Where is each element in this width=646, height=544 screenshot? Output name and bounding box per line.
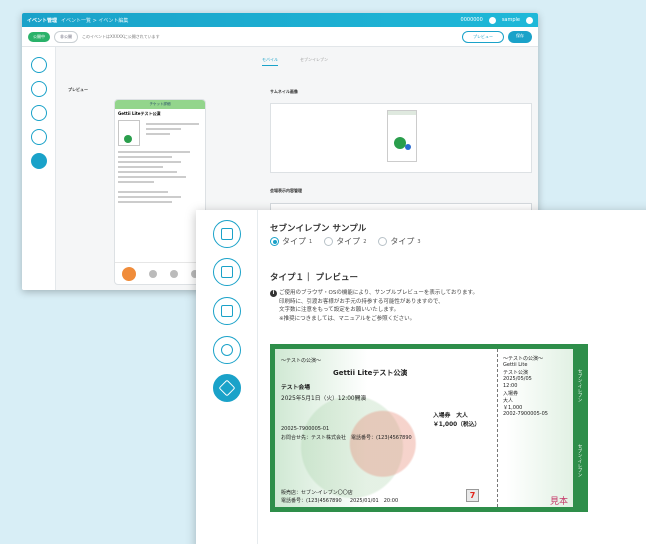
stub-line: 入場券 — [503, 391, 519, 397]
phone-shop-icon[interactable] — [169, 269, 178, 278]
radio-indicator[interactable] — [378, 237, 388, 246]
rail-price-icon[interactable] — [213, 297, 241, 325]
notice-text: i ご使用のブラウザ・OSの機能により、サンプルプレビューを表示しております。 印… — [270, 289, 630, 323]
ticket-top-label: 〜テストの公演〜 — [281, 358, 322, 364]
ticket-perforation — [497, 349, 498, 507]
breadcrumb[interactable]: イベント一覧 > イベント編集 — [61, 17, 128, 24]
radio-indicator[interactable] — [324, 237, 334, 246]
user-name[interactable]: sample — [502, 17, 520, 23]
rail-seat-icon[interactable] — [213, 336, 241, 364]
rail-design-icon[interactable] — [213, 374, 241, 402]
user-avatar-icon[interactable] — [526, 16, 533, 24]
preview-button[interactable]: プレビュー — [462, 30, 504, 43]
radio-type-2[interactable]: タイプ 2 — [324, 236, 366, 247]
save-button[interactable]: 保存 — [508, 30, 532, 43]
stub-line: テスト公演 — [503, 370, 529, 376]
sample-heading: セブンイレブン サンプル — [270, 224, 367, 234]
phone-ticket-card — [118, 120, 202, 148]
back-side-rail — [22, 47, 56, 290]
ticket-event-title: Gettii Liteテスト公演 — [333, 369, 408, 377]
rail-design-icon[interactable] — [31, 153, 47, 169]
rail-ticket-icon[interactable] — [213, 220, 241, 248]
front-window: セブンイレブン サンプル タイプ 1 タイプ 2 タイプ 3 タイプ１｜ プレビュー … — [196, 210, 646, 544]
stub-line: Gettii Lite — [503, 362, 528, 368]
radio-type-1[interactable]: タイプ 1 — [270, 236, 312, 247]
radio-label: タイプ — [336, 237, 361, 246]
tab-mobile[interactable]: モバイル — [262, 57, 278, 66]
ticket-price-label: 入場券 大人 — [433, 413, 468, 419]
side-band-text: セブン-イレブン — [577, 369, 582, 403]
rail-calendar-icon[interactable] — [213, 258, 241, 286]
tab-seven-eleven[interactable]: セブンイレブン — [300, 57, 328, 66]
rail-price-icon[interactable] — [31, 105, 47, 121]
stub-line: 12:00 — [503, 383, 518, 389]
user-count: 0000000 — [460, 17, 483, 23]
stub-line: 〜テストの公演〜 — [503, 356, 544, 362]
status-public-pill[interactable]: 公開中 — [28, 31, 50, 42]
thumbnail-box[interactable] — [270, 103, 532, 173]
app-title: イベント管理 — [27, 17, 58, 24]
rail-seat-icon[interactable] — [31, 129, 47, 145]
front-side-rail — [196, 210, 258, 544]
ticket-store-info: 電話番号：(123)4567890 2025/01/01 20:00 — [281, 498, 399, 504]
info-icon: i — [270, 290, 277, 297]
radio-label: タイプ — [282, 237, 306, 246]
preview-label: プレビュー — [68, 87, 88, 92]
thumbnail-label: サムネイル画像 — [270, 89, 298, 94]
phone-preview: チケット詳細 Gettii Liteテスト公演 — [114, 99, 206, 285]
stub-line: 大人 — [503, 398, 514, 404]
ticket-code: 20025-7900005-01 — [281, 426, 330, 432]
thumbnail-image — [387, 110, 417, 162]
side-band-text: セブン-イレブン — [577, 444, 582, 478]
phone-nav — [115, 262, 205, 284]
back-toolbar: 公開中 非公開 このイベントはXXXXXに公開されています プレビュー 保存 — [22, 27, 538, 47]
stub-line: 2025/05/05 — [503, 376, 532, 382]
phone-home-icon[interactable] — [121, 266, 136, 281]
type-radio-group: タイプ 1 タイプ 2 タイプ 3 — [270, 236, 421, 247]
stub-line: 2002-7900005-05 — [503, 411, 548, 417]
radio-indicator[interactable] — [270, 237, 279, 246]
back-header-bar: イベント管理 イベント一覧 > イベント編集 0000000 sample — [22, 13, 538, 27]
rail-calendar-icon[interactable] — [31, 81, 47, 97]
ticket-store-label: 販売店：セブン-イレブン〇〇店 — [281, 490, 353, 496]
ticket-venue: テスト会場 — [281, 385, 310, 391]
phone-detail-lines — [115, 151, 205, 203]
radio-label: タイプ — [390, 237, 415, 246]
phone-ticket-icon[interactable] — [148, 269, 157, 278]
stub-line: ￥1,000 — [503, 405, 523, 411]
ticket-price: ￥1,000（税込） — [433, 422, 481, 428]
sample-stamp: 見本 — [550, 497, 569, 507]
ticket-date: 2025年5月1日（火）12:00開演 — [281, 396, 367, 402]
ticket-side-band: セブン-イレブン セブン-イレブン — [573, 349, 583, 507]
seven-eleven-logo-icon: 7 — [466, 489, 479, 502]
status-text: このイベントはXXXXXに公開されています — [82, 33, 160, 39]
rail-ticket-icon[interactable] — [31, 57, 47, 73]
help-icon[interactable] — [488, 16, 496, 24]
phone-header: チケット詳細 — [115, 100, 205, 109]
ticket-preview: 〜テストの公演〜 Gettii Liteテスト公演 テスト会場 2025年5月1… — [270, 344, 588, 512]
preview-title: タイプ１｜ プレビュー — [270, 273, 358, 283]
back-tabs: モバイル セブンイレブン — [262, 57, 328, 66]
mini-ticket-image — [118, 120, 140, 146]
radio-type-3[interactable]: タイプ 3 — [378, 236, 421, 247]
phone-title: Gettii Liteテスト公演 — [118, 111, 161, 116]
select-label: 会場表示内容管理 — [270, 188, 302, 193]
ticket-organizer: お問合せ先：テスト株式会社 電話番号：(123)4567890 — [281, 435, 412, 441]
status-private-pill[interactable]: 非公開 — [54, 30, 78, 43]
